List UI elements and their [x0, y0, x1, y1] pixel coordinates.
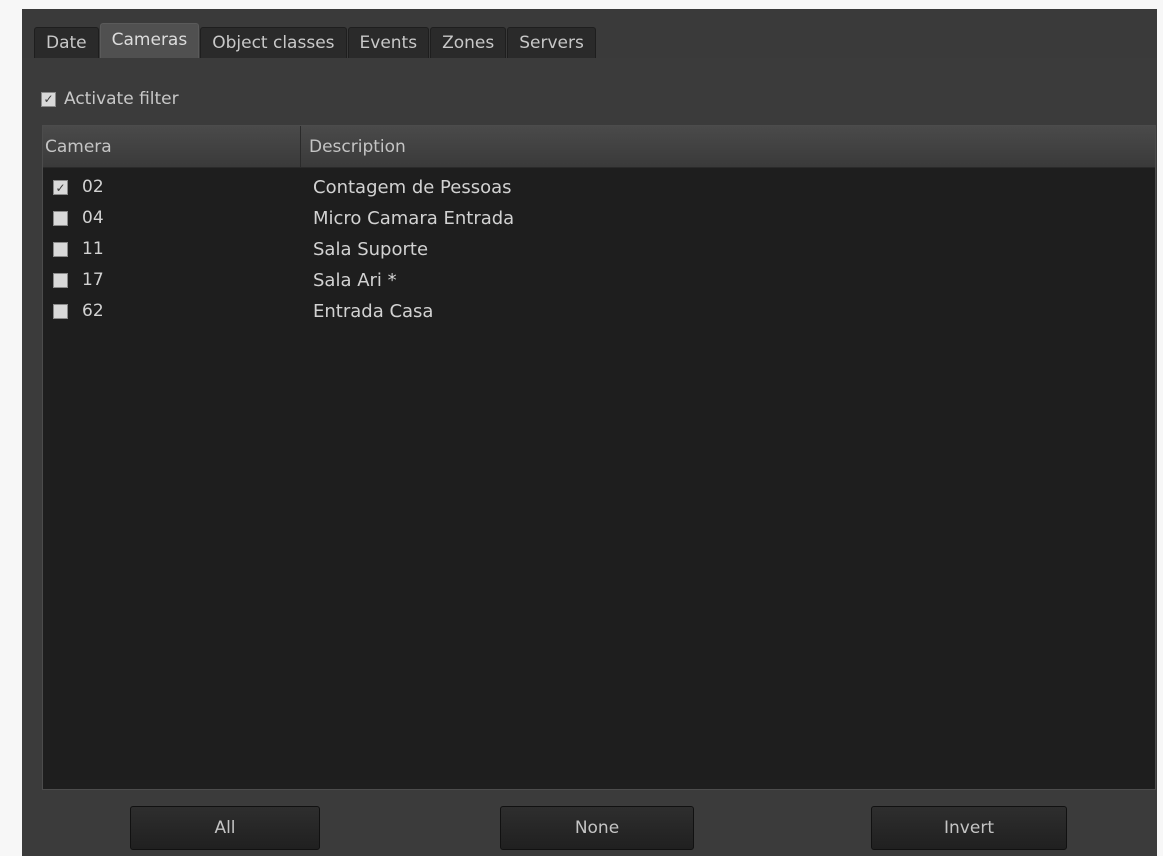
camera-row[interactable]: 17 Sala Ari *: [43, 265, 1155, 296]
select-all-button[interactable]: All: [130, 806, 320, 850]
column-header-description[interactable]: Description: [302, 126, 1155, 168]
tab-cameras[interactable]: Cameras: [99, 23, 200, 58]
camera-checkbox[interactable]: [53, 242, 68, 257]
camera-id: 02: [82, 177, 104, 197]
camera-row[interactable]: 62 Entrada Casa: [43, 296, 1155, 327]
tab-events[interactable]: Events: [347, 27, 430, 58]
camera-description: Entrada Casa: [313, 301, 434, 322]
outer-margin-top: [0, 0, 1163, 9]
camera-row[interactable]: 04 Micro Camara Entrada: [43, 203, 1155, 234]
tab-bar: Date Cameras Object classes Events Zones…: [22, 9, 1157, 58]
camera-description: Sala Suporte: [313, 239, 429, 260]
camera-row[interactable]: 11 Sala Suporte: [43, 234, 1155, 265]
tab-zones[interactable]: Zones: [430, 27, 507, 58]
tab-object-classes[interactable]: Object classes: [200, 27, 347, 58]
camera-checkbox[interactable]: [53, 211, 68, 226]
camera-row[interactable]: ✓ 02 Contagem de Pessoas: [43, 172, 1155, 203]
select-none-button[interactable]: None: [500, 806, 694, 850]
tab-date[interactable]: Date: [34, 27, 99, 58]
tab-servers[interactable]: Servers: [507, 27, 596, 58]
camera-id: 11: [82, 239, 104, 259]
invert-selection-button[interactable]: Invert: [871, 806, 1067, 850]
camera-checkbox[interactable]: [53, 273, 68, 288]
activate-filter-checkbox[interactable]: ✓: [41, 91, 56, 107]
cameras-panel: ✓ Activate filter Camera Description ✓ 0…: [22, 58, 1157, 856]
camera-description: Micro Camara Entrada: [313, 208, 515, 229]
camera-checkbox[interactable]: [53, 304, 68, 319]
filter-window: Date Cameras Object classes Events Zones…: [0, 0, 1163, 856]
outer-margin-left: [0, 0, 22, 856]
camera-description: Contagem de Pessoas: [313, 177, 512, 198]
camera-checkbox[interactable]: ✓: [53, 180, 68, 195]
camera-id: 04: [82, 208, 104, 228]
list-header: Camera Description: [43, 126, 1155, 168]
activate-filter-label: Activate filter: [64, 89, 179, 109]
outer-margin-right: [1157, 0, 1163, 856]
camera-description: Sala Ari *: [313, 270, 397, 291]
column-header-camera[interactable]: Camera: [43, 126, 301, 168]
camera-list[interactable]: Camera Description ✓ 02 Contagem de Pess…: [42, 125, 1156, 790]
camera-id: 17: [82, 270, 104, 290]
activate-filter-option[interactable]: ✓ Activate filter: [41, 88, 179, 110]
camera-id: 62: [82, 301, 104, 321]
